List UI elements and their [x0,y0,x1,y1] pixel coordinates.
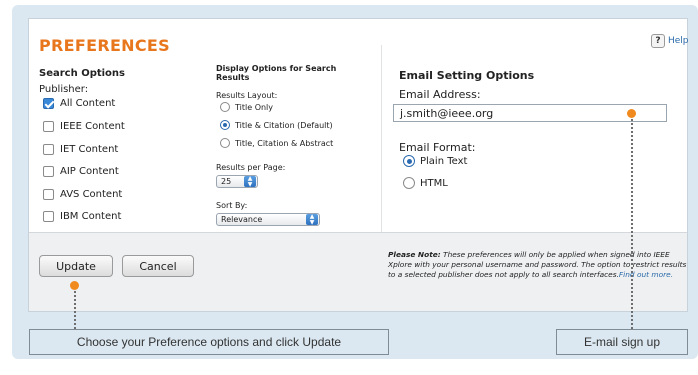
checkbox-label: AIP Content [60,166,119,177]
publisher-option[interactable]: All Content [43,98,115,109]
search-options-heading: Search Options [39,68,126,79]
checkbox-label: IBM Content [60,211,122,222]
radio-label: Title, Citation & Abstract [235,138,334,148]
checkbox-label: IEEE Content [60,121,125,132]
column-divider [381,45,382,233]
help-link[interactable]: ? Help [651,34,689,48]
find-out-more-link[interactable]: Find out more. [619,270,673,279]
help-icon[interactable]: ? [651,34,665,48]
radio-label: Title Only [235,102,274,112]
marker-line-email [631,119,633,329]
sort-by-select[interactable]: Relevance ▲ ▼ [216,213,320,226]
display-options-heading-line1: Display Options for Search [216,64,337,73]
radio-label: Plain Text [420,155,468,167]
sort-by-value: Relevance [221,215,263,224]
publisher-label: Publisher: [39,84,89,95]
callout-preference-options: Choose your Preference options and click… [29,329,389,355]
checkbox-label: AVS Content [60,189,123,200]
display-options-heading: Display Options for Search Results [216,64,336,82]
publisher-option[interactable]: IEEE Content [43,121,125,132]
results-per-page-value: 25 [221,177,232,186]
email-settings-heading: Email Setting Options [399,69,535,82]
email-address-field[interactable]: j.smith@ieee.org [393,104,667,122]
checkbox-ieee-content[interactable] [43,121,54,132]
email-format-label: Email Format: [399,141,476,154]
marker-line-update [74,291,76,329]
publisher-option[interactable]: IBM Content [43,211,121,222]
updown-arrow-icon[interactable]: ▲ ▼ [306,214,318,225]
display-options-heading-line2: Results [216,73,250,82]
email-format-option[interactable]: Plain Text [403,155,467,167]
email-address-label: Email Address: [399,88,481,101]
checkbox-all-content[interactable] [43,98,54,109]
cancel-button[interactable]: Cancel [122,255,194,277]
radio-plain-text[interactable] [403,155,415,167]
layout-option[interactable]: Title Only [220,102,273,112]
marker-dot-email [627,109,636,118]
publisher-option[interactable]: AVS Content [43,189,122,200]
checkbox-aip-content[interactable] [43,166,54,177]
updown-arrow-icon[interactable]: ▲ ▼ [244,176,256,187]
radio-title-only[interactable] [220,102,230,112]
radio-label: Title & Citation (Default) [235,120,333,130]
page-title: PREFERENCES [39,36,170,55]
layout-option[interactable]: Title & Citation (Default) [220,120,333,130]
checkbox-label: IET Content [60,144,119,155]
results-per-page-select[interactable]: 25 ▲ ▼ [216,175,258,188]
radio-html[interactable] [403,177,415,189]
note-lead: Please Note: [388,250,441,259]
checkbox-ibm-content[interactable] [43,211,54,222]
radio-title-citation-abstract[interactable] [220,138,230,148]
marker-dot-update [70,281,79,290]
checkbox-label: All Content [60,98,116,109]
update-button[interactable]: Update [39,255,113,277]
publisher-option[interactable]: AIP Content [43,166,119,177]
sort-by-label: Sort By: [216,201,248,210]
radio-label: HTML [420,177,448,189]
email-format-option[interactable]: HTML [403,177,448,189]
callout-email-signup: E-mail sign up [556,329,688,355]
checkbox-avs-content[interactable] [43,189,54,200]
results-layout-label: Results Layout: [216,91,278,100]
publisher-option[interactable]: IET Content [43,144,118,155]
layout-option[interactable]: Title, Citation & Abstract [220,138,333,148]
preferences-note: Please Note: These preferences will only… [388,250,688,280]
help-label[interactable]: Help [668,36,689,46]
checkbox-iet-content[interactable] [43,144,54,155]
radio-title-citation[interactable] [220,120,230,130]
results-per-page-label: Results per Page: [216,163,286,172]
